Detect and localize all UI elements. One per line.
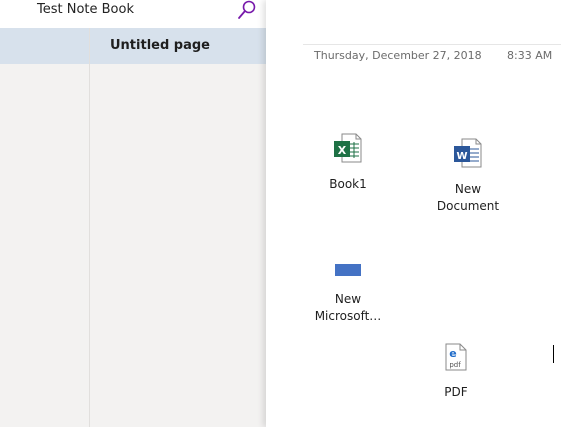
attachment-label: PDF [444,385,468,399]
attachment-label: New Document [427,181,509,215]
attachment-new-document[interactable]: W New Document [427,138,509,215]
navigation-pane: Test Note Book Untitled page [0,0,266,427]
title-underline [303,44,561,45]
attachment-new-microsoft[interactable]: New Microsoft… [306,262,390,325]
sections-list [0,28,89,427]
svg-text:pdf: pdf [449,361,461,369]
note-canvas[interactable]: Thursday, December 27, 2018 8:33 AM X Bo… [266,0,561,427]
svg-text:e: e [449,347,456,360]
generic-file-icon [306,262,390,283]
page-date: Thursday, December 27, 2018 [314,49,482,62]
page-time: 8:33 AM [507,49,553,62]
search-icon[interactable] [236,0,258,20]
selected-section[interactable] [0,28,89,64]
excel-file-icon: X [313,133,383,168]
attachment-label-line1: New [334,292,362,306]
attachment-label-line1: New [454,182,482,196]
pages-list: Untitled page [90,28,266,427]
onenote-window: Test Note Book Untitled page Thursday, D… [0,0,561,427]
svg-text:X: X [338,144,347,157]
attachment-book1[interactable]: X Book1 [313,133,383,193]
page-item-untitled[interactable]: Untitled page [90,28,266,64]
svg-text:W: W [456,151,467,162]
attachment-pdf[interactable]: e pdf PDF [426,343,486,401]
notebook-header: Test Note Book [0,0,266,28]
notebook-title[interactable]: Test Note Book [37,2,134,18]
pdf-file-icon: e pdf [426,343,486,376]
page-label: Untitled page [110,38,211,53]
attachment-label: Book1 [329,177,367,191]
text-cursor [553,345,554,363]
attachment-label-line2: Microsoft… [314,309,382,323]
attachment-label: New Microsoft… [306,291,390,325]
attachment-label-line2: Document [436,199,500,213]
word-file-icon: W [427,138,509,173]
